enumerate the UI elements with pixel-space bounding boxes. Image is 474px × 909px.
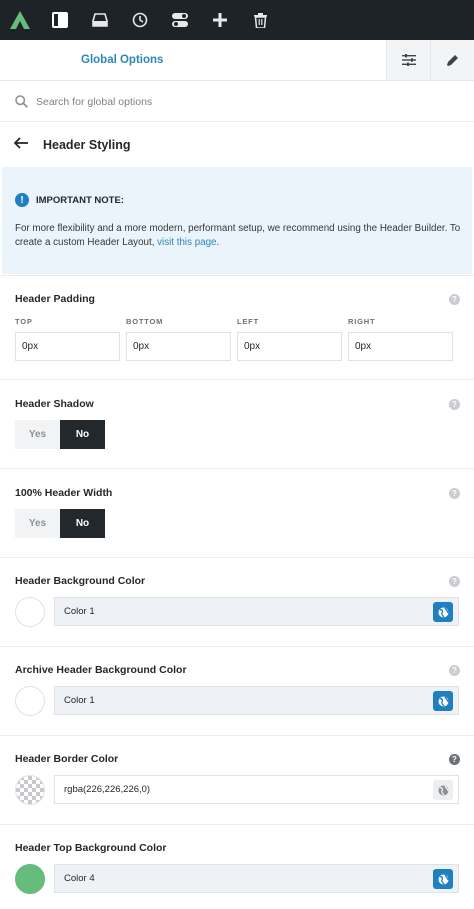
color-value: rgba(226,226,226,0) (64, 784, 151, 795)
header-width-toggle: Yes No (15, 509, 105, 538)
header-padding-label: Header Padding (15, 293, 95, 305)
header-bg-color-section: Header Background Color ? Color 1 (0, 557, 474, 646)
header-top-bg-color-label: Header Top Background Color (15, 842, 167, 854)
header-width-label: 100% Header Width (15, 487, 113, 499)
sliders-icon[interactable] (386, 40, 430, 80)
padding-left-label: LEFT (237, 317, 259, 326)
color-value: Color 4 (64, 873, 95, 884)
top-toolbar (0, 0, 474, 40)
search-icon (15, 95, 28, 113)
note-title: IMPORTANT NOTE: (36, 195, 124, 206)
padding-right-input[interactable] (348, 332, 453, 361)
globe-icon[interactable] (433, 869, 453, 889)
header-border-color-section: Header Border Color ? rgba(226,226,226,0… (0, 735, 474, 824)
color-swatch[interactable] (15, 597, 45, 627)
header-padding-section: Header Padding ? TOP BOTTOM LEFT RIGHT (0, 275, 474, 379)
shadow-yes-button[interactable]: Yes (15, 420, 60, 449)
globe-icon[interactable] (433, 780, 453, 800)
help-icon[interactable]: ? (449, 399, 460, 410)
sidebar-panel-icon[interactable] (40, 0, 80, 40)
note-body: For more flexibility and a more modern, … (15, 222, 461, 250)
color-field[interactable]: Color 4 (54, 864, 459, 893)
section-title: Header Styling (43, 138, 131, 152)
padding-right-label: RIGHT (348, 317, 376, 326)
layout-icon[interactable] (80, 0, 120, 40)
history-icon[interactable] (120, 0, 160, 40)
add-icon[interactable] (200, 0, 240, 40)
help-icon[interactable]: ? (449, 488, 460, 499)
padding-left-input[interactable] (237, 332, 342, 361)
header-top-bg-color-section: Header Top Background Color Color 4 (0, 824, 474, 909)
padding-top-input[interactable] (15, 332, 120, 361)
header-shadow-label: Header Shadow (15, 398, 94, 410)
note-text: For more flexibility and a more modern, … (15, 223, 461, 248)
color-swatch[interactable] (15, 775, 45, 805)
archive-header-bg-color-label: Archive Header Background Color (15, 664, 187, 676)
shadow-no-button[interactable]: No (60, 420, 105, 449)
padding-bottom-input[interactable] (126, 332, 231, 361)
archive-header-bg-color-section: Archive Header Background Color ? Color … (0, 646, 474, 735)
globe-icon[interactable] (433, 602, 453, 622)
note-text-end: . (216, 237, 220, 248)
color-field[interactable]: Color 1 (54, 686, 459, 715)
header-bg-color-label: Header Background Color (15, 575, 146, 587)
color-value: Color 1 (64, 695, 95, 706)
trash-icon[interactable] (240, 0, 280, 40)
toggle-icon[interactable] (160, 0, 200, 40)
header-shadow-section: Header Shadow ? Yes No (0, 379, 474, 468)
header-border-color-label: Header Border Color (15, 753, 119, 765)
section-header: Header Styling (0, 122, 474, 166)
padding-bottom-label: BOTTOM (126, 317, 164, 326)
back-arrow-icon[interactable] (13, 136, 28, 154)
avada-logo-icon[interactable] (0, 0, 40, 40)
color-value: Color 1 (64, 606, 95, 617)
help-icon[interactable]: ? (449, 754, 460, 765)
color-swatch[interactable] (15, 864, 45, 894)
header-width-section: 100% Header Width ? Yes No (0, 468, 474, 557)
color-field[interactable]: Color 1 (54, 597, 459, 626)
info-icon: ! (15, 193, 29, 207)
panel-header: Global Options (0, 40, 474, 81)
panel-title: Global Options (81, 54, 164, 66)
globe-icon[interactable] (433, 691, 453, 711)
help-icon[interactable]: ? (449, 294, 460, 305)
help-icon[interactable]: ? (449, 665, 460, 676)
width-no-button[interactable]: No (60, 509, 105, 538)
important-note: ! IMPORTANT NOTE: For more flexibility a… (2, 167, 472, 274)
header-shadow-toggle: Yes No (15, 420, 105, 449)
color-field[interactable]: rgba(226,226,226,0) (54, 775, 459, 804)
pen-icon[interactable] (430, 40, 474, 80)
width-yes-button[interactable]: Yes (15, 509, 60, 538)
search-bar (0, 81, 474, 122)
search-input[interactable] (36, 93, 456, 111)
padding-top-label: TOP (15, 317, 33, 326)
help-icon[interactable]: ? (449, 576, 460, 587)
color-swatch[interactable] (15, 686, 45, 716)
visit-page-link[interactable]: visit this page (157, 237, 216, 248)
